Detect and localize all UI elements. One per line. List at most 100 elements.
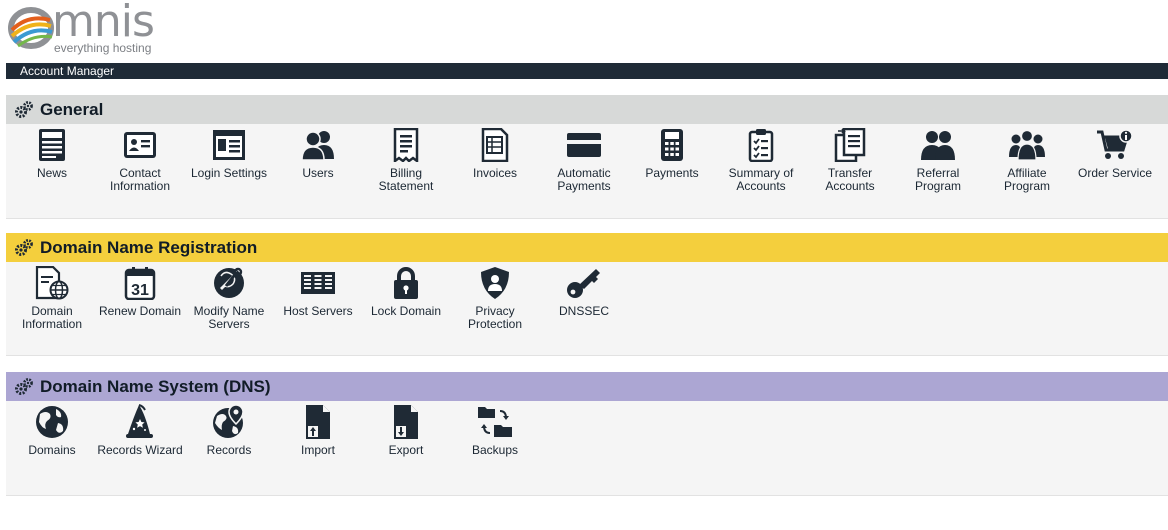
item-records[interactable]: Records xyxy=(185,404,273,457)
svg-text:31: 31 xyxy=(131,282,149,299)
credit-card-icon xyxy=(567,133,601,157)
lock-icon xyxy=(394,267,418,299)
general-items: News Contact Information Login Settings … xyxy=(6,124,1168,218)
item-news[interactable]: News xyxy=(8,127,96,180)
domain-info-icon xyxy=(35,266,69,300)
gear-icon xyxy=(14,100,34,119)
item-label: Users xyxy=(302,166,334,180)
item-order-service[interactable]: Order Service xyxy=(1071,127,1159,180)
item-label: Invoices xyxy=(472,166,518,180)
domain-registration-items: Domain Information 31 Renew Domain Modif… xyxy=(6,262,1168,355)
gear-icon xyxy=(14,238,34,257)
item-label: Billing Statement xyxy=(378,166,434,193)
item-payments[interactable]: Payments xyxy=(628,127,716,180)
globe-pin-icon xyxy=(213,404,244,438)
item-label: Affiliate Program xyxy=(1003,166,1050,193)
item-affiliate-program[interactable]: Affiliate Program xyxy=(983,127,1071,193)
section-dns: Domain Name System (DNS) Domains Records… xyxy=(6,372,1168,496)
login-settings-icon xyxy=(213,130,245,160)
item-export[interactable]: Export xyxy=(362,404,450,457)
shield-user-icon xyxy=(481,267,509,299)
item-label: Order Service xyxy=(1077,166,1153,180)
item-import[interactable]: Import xyxy=(274,404,362,457)
item-label: Payments xyxy=(645,166,699,180)
item-summary-of-accounts[interactable]: Summary of Accounts xyxy=(717,127,805,193)
group-icon xyxy=(1009,129,1045,161)
item-label: Transfer Accounts xyxy=(825,166,875,193)
item-label: Domains xyxy=(28,443,76,457)
item-domain-information[interactable]: Domain Information xyxy=(8,265,96,331)
users-icon xyxy=(301,131,334,161)
account-manager-title: Account Manager xyxy=(20,64,115,78)
import-icon xyxy=(306,405,330,439)
server-rack-icon xyxy=(301,272,335,294)
item-label: Backups xyxy=(471,443,519,457)
item-label: Export xyxy=(388,443,424,457)
calendar-icon: 31 xyxy=(124,267,156,300)
wizard-hat-icon xyxy=(126,404,153,438)
account-manager-bar: Account Manager xyxy=(6,63,1168,79)
item-contact-information[interactable]: Contact Information xyxy=(96,127,184,193)
item-label: Modify Name Servers xyxy=(193,304,265,331)
item-label: Contact Information xyxy=(109,166,171,193)
logo-swirl-icon xyxy=(8,7,54,49)
omnis-logo[interactable]: mnis everything hosting xyxy=(8,0,168,58)
export-icon xyxy=(394,405,418,439)
invoice-icon xyxy=(481,128,509,162)
item-label: Login Settings xyxy=(190,166,268,180)
item-invoices[interactable]: Invoices xyxy=(451,127,539,180)
key-icon xyxy=(567,269,600,298)
item-records-wizard[interactable]: Records Wizard xyxy=(96,404,184,457)
gear-icon xyxy=(14,377,34,396)
item-login-settings[interactable]: Login Settings xyxy=(185,127,273,180)
dns-items: Domains Records Wizard Records Import Ex… xyxy=(6,401,1168,495)
clipboard-checklist-icon xyxy=(748,129,774,162)
item-referral-program[interactable]: Referral Program xyxy=(894,127,982,193)
logo-wordmark: mnis xyxy=(52,0,155,47)
section-header-domain-registration[interactable]: Domain Name Registration xyxy=(6,233,1168,262)
item-domains[interactable]: Domains xyxy=(8,404,96,457)
section-domain-registration: Domain Name Registration Domain Informat… xyxy=(6,233,1168,356)
item-label: Records xyxy=(206,443,252,457)
shopping-cart-icon xyxy=(1097,129,1133,159)
item-label: Summary of Accounts xyxy=(728,166,794,193)
section-header-general[interactable]: General xyxy=(6,95,1168,124)
section-general: General News Contact Information Login S… xyxy=(6,95,1168,219)
referral-icon xyxy=(921,131,955,160)
item-billing-statement[interactable]: Billing Statement xyxy=(362,127,450,193)
item-modify-name-servers[interactable]: Modify Name Servers xyxy=(185,265,273,331)
item-users[interactable]: Users xyxy=(274,127,362,180)
calculator-icon xyxy=(661,129,683,161)
transfer-accounts-icon xyxy=(834,128,866,162)
receipt-icon xyxy=(393,128,419,162)
section-title-general: General xyxy=(40,99,104,119)
section-header-dns[interactable]: Domain Name System (DNS) xyxy=(6,372,1168,401)
item-label: DNSSEC xyxy=(558,304,609,318)
item-label: Lock Domain xyxy=(370,304,442,318)
item-renew-domain[interactable]: 31 Renew Domain xyxy=(96,265,184,318)
item-label: News xyxy=(36,166,67,180)
section-title-dns: Domain Name System (DNS) xyxy=(40,376,271,396)
item-label: Renew Domain xyxy=(98,304,182,318)
item-transfer-accounts[interactable]: Transfer Accounts xyxy=(806,127,894,193)
item-lock-domain[interactable]: Lock Domain xyxy=(362,265,450,318)
item-automatic-payments[interactable]: Automatic Payments xyxy=(540,127,628,193)
item-label: Import xyxy=(300,443,335,457)
folder-sync-icon xyxy=(478,407,512,437)
item-backups[interactable]: Backups xyxy=(451,404,539,457)
item-label: Automatic Payments xyxy=(557,166,611,193)
item-label: Host Servers xyxy=(283,304,353,318)
item-host-servers[interactable]: Host Servers xyxy=(274,265,362,318)
section-title-domain-registration: Domain Name Registration xyxy=(40,237,258,257)
item-label: Referral Program xyxy=(914,166,961,193)
wrench-globe-icon xyxy=(214,267,244,298)
item-label: Privacy Protection xyxy=(467,304,523,331)
item-dnssec[interactable]: DNSSEC xyxy=(540,265,628,318)
contact-card-icon xyxy=(124,132,156,158)
item-privacy-protection[interactable]: Privacy Protection xyxy=(451,265,539,331)
item-label: Records Wizard xyxy=(97,443,183,457)
logo-tagline: everything hosting xyxy=(54,41,152,55)
item-label: Domain Information xyxy=(21,304,83,331)
globe-icon xyxy=(36,406,68,438)
newspaper-icon xyxy=(39,129,65,161)
